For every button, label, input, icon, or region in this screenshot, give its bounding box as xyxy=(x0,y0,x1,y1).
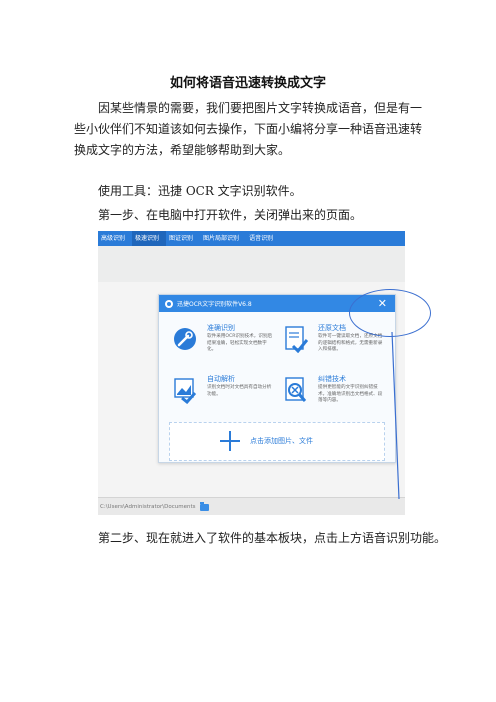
status-bar: C:\Users\Administrator\Documents xyxy=(98,497,405,515)
tab-partial[interactable]: 图片局部识别 xyxy=(200,231,246,246)
feature-title: 准确识别 xyxy=(207,324,235,332)
top-tab-bar: 高级识别 极速识别 图证识别 图片局部识别 语音识别 xyxy=(98,231,405,246)
feature-title: 纠错技术 xyxy=(318,375,346,383)
magnifier-icon xyxy=(285,377,307,402)
app-logo-icon xyxy=(165,299,173,308)
add-files-button[interactable]: 点击添加图片、文件 xyxy=(169,422,385,461)
feature-correction: 纠错技术 提供更智能的文字识别纠错技术，准确地识别出文档格式、段落等内容。 xyxy=(280,372,390,420)
tool-paragraph: 使用工具：迅捷 OCR 文字识别软件。 xyxy=(98,184,302,198)
tab-id[interactable]: 图证识别 xyxy=(166,231,200,246)
feature-desc: 软件可一键读取文档，还原文档的逻辑结构和格式，无需重新录入和排版。 xyxy=(318,334,383,352)
document-title: 如何将语音迅速转换成文字 xyxy=(169,76,326,91)
image-check-icon xyxy=(174,378,197,404)
tab-voice[interactable]: 语音识别 xyxy=(246,231,280,246)
feature-desc: 软件采用OCR识别技术，识别后结果准确，轻松实现文档数字化。 xyxy=(207,334,273,352)
feature-title: 还原文档 xyxy=(318,324,346,332)
feature-desc: 提供更智能的文字识别纠错技术，准确地识别出文档格式、段落等内容。 xyxy=(318,385,383,403)
intro-paragraph: 因某些情景的需要，我们要把图片文字转换成语音，但是有一些小伙伴们不知道该如何去操… xyxy=(74,101,423,157)
highlight-ellipse xyxy=(349,289,431,337)
tab-fast[interactable]: 极速识别 xyxy=(132,231,167,246)
add-files-label: 点击添加图片、文件 xyxy=(250,437,313,445)
plus-icon xyxy=(220,431,240,451)
feature-accurate: 准确识别 软件采用OCR识别技术，识别后结果准确，轻松实现文档数字化。 xyxy=(169,321,279,369)
tab-advanced[interactable]: 高级识别 xyxy=(98,231,132,246)
toolbar-band xyxy=(98,246,405,282)
software-screenshot: 高级识别 极速识别 图证识别 图片局部识别 语音识别 迅捷OCR文字识别软件V6… xyxy=(98,231,405,515)
feature-title: 自动解析 xyxy=(207,375,235,383)
document-check-icon xyxy=(285,326,308,353)
output-path: C:\Users\Administrator\Documents xyxy=(100,504,196,510)
step2-paragraph: 第二步、现在就进入了软件的基本板块，点击上方语音识别功能。 xyxy=(98,531,447,545)
folder-icon[interactable] xyxy=(199,501,209,511)
feature-desc: 识别文档时对文档具有自动分析功能。 xyxy=(207,385,272,397)
step1-paragraph: 第一步、在电脑中打开软件，关闭弹出来的页面。 xyxy=(98,208,363,222)
wrench-icon xyxy=(174,328,196,350)
dialog-title: 迅捷OCR文字识别软件V6.8 xyxy=(177,301,252,308)
feature-auto-parse: 自动解析 识别文档时对文档具有自动分析功能。 xyxy=(169,372,279,420)
